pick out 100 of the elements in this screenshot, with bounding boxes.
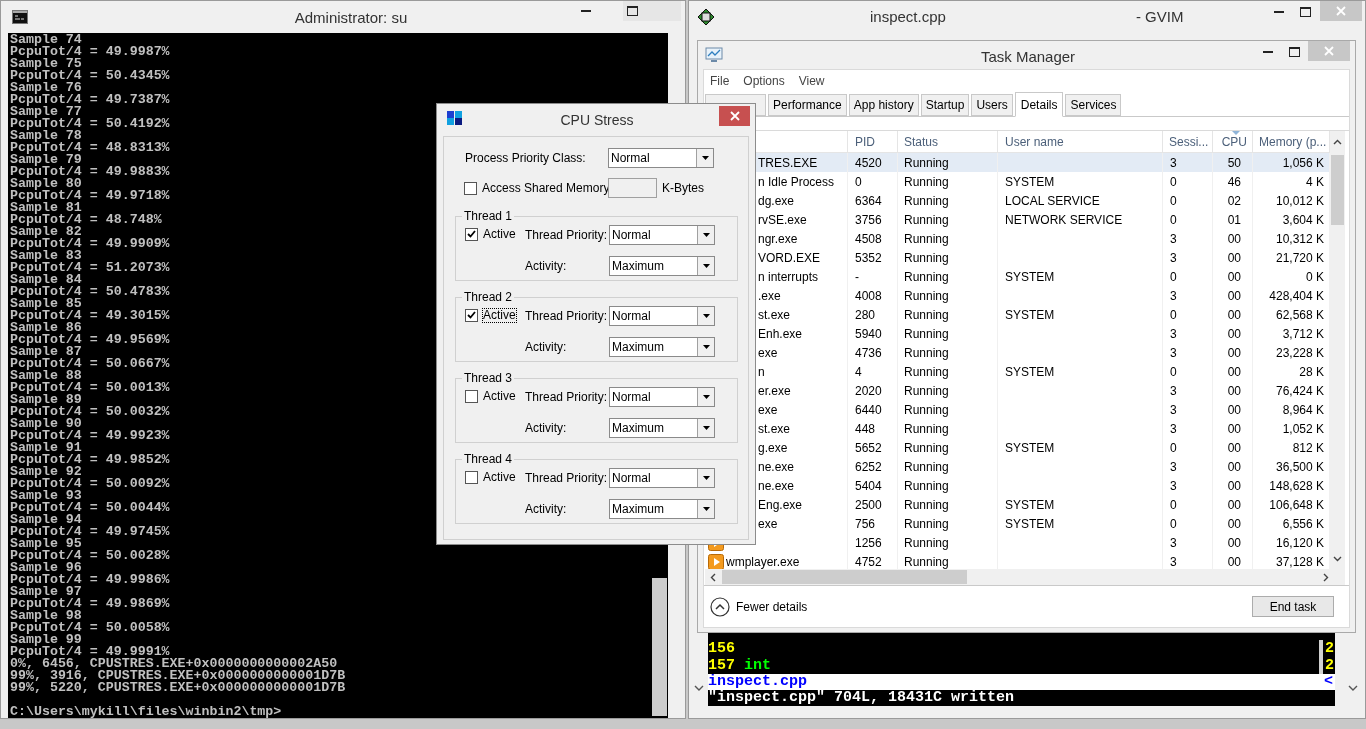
table-cell-text: 00 [1227,534,1241,552]
console-line: Sample 86 [9,322,82,334]
scrollbar-thumb[interactable] [722,570,967,584]
scrollbar-thumb[interactable] [652,578,667,716]
table-cell-text: 10,012 K [1275,192,1324,210]
menu-item[interactable]: File [709,72,731,90]
tab[interactable]: Users [971,94,1013,116]
table-cell-text: 148,628 K [1269,477,1324,495]
chevron-down-icon[interactable] [1348,685,1358,691]
table-cell-text: Running [904,306,949,324]
table-cell-text: 2020 [855,382,882,400]
table-cell-text: 00 [1227,363,1241,381]
table-cell-text: 0 [1170,439,1177,457]
tab[interactable]: App history [848,94,919,116]
table-cell-text: exe [758,401,778,419]
line-number: 2 [1325,657,1335,674]
input-field[interactable] [608,178,657,198]
dropdown[interactable]: Maximum [609,499,715,519]
dropdown[interactable]: Normal [609,225,715,245]
chevron-up-icon[interactable] [1333,139,1342,145]
table-row[interactable]: 1256 Running 3 00 16,120 K [705,533,1330,552]
menu-item[interactable]: View [797,72,826,90]
console-line: PcpuTot/4 = 50.0667% [9,358,170,370]
checkbox[interactable] [464,181,477,195]
table-cell-text: Running [904,344,949,362]
dropdown[interactable]: Maximum [609,418,715,438]
console-line: Sample 78 [9,130,82,142]
table-cell-text: 23,228 K [1275,344,1324,362]
table-cell-text: Running [904,230,949,248]
chevron-down-icon[interactable] [1333,556,1342,562]
console-line: PcpuTot/4 = 49.9923% [9,430,170,442]
table-cell-text: 0 [1170,515,1177,533]
chevron-up-circle-icon[interactable] [710,596,730,617]
vertical-scrollbar[interactable] [1330,131,1345,569]
chevron-left-icon[interactable] [710,572,716,582]
tab[interactable]: Performance [768,94,847,116]
maximize-icon[interactable] [1299,7,1311,17]
maximize-icon[interactable] [1288,47,1300,57]
table-cell-text: 3,712 K [1282,325,1324,343]
table-cell-text: Running [904,458,949,476]
table-cell-text: 5404 [855,477,882,495]
window-title: Administrator: su [294,8,408,28]
table-cell-text: 3756 [855,211,882,229]
table-cell-text: 3 [1170,420,1177,438]
tab[interactable]: Services [1065,94,1122,116]
console-line: Sample 80 [9,178,82,190]
scrollbar-thumb[interactable] [1331,155,1344,225]
console-line: Sample 95 [9,538,82,550]
console-line: Sample 74 [9,34,82,46]
close-button[interactable] [719,106,750,126]
table-cell-text: 6252 [855,458,882,476]
table-cell-text: 0 [1170,192,1177,210]
dropdown[interactable]: Normal [609,387,715,407]
console-line: PcpuTot/4 = 50.0032% [9,406,170,418]
checkbox[interactable] [465,308,478,322]
table-cell-text: 1256 [855,534,882,552]
field-label: Thread Priority: [525,308,609,325]
table-cell-text: SYSTEM [1005,515,1055,533]
close-icon [1336,6,1346,16]
tab[interactable]: Details [1014,92,1064,117]
dropdown[interactable]: Normal [609,468,715,488]
table-cell-text: 3 [1170,344,1177,362]
checkbox[interactable] [465,389,478,403]
table-row[interactable]: wmplayer.exe 4752 Running 3 00 37,128 K [705,552,1330,569]
tab[interactable]: Startup [920,94,970,116]
details-toggle-link[interactable]: Fewer details [736,597,808,616]
dropdown[interactable]: Maximum [609,256,715,276]
chevron-down-icon[interactable] [694,685,704,691]
dropdown[interactable]: Normal [608,148,714,168]
end-task-button[interactable]: End task [1252,596,1334,617]
chevron-right-icon[interactable] [1323,573,1329,582]
dropdown[interactable]: Normal [609,306,715,326]
console-line: 0%, 6456, CPUSTRES.EXE+0x0000000000002A50 [9,658,338,670]
table-cell-text: rvSE.exe [758,211,807,229]
table-cell-text: Running [904,515,949,533]
table-cell-text: 00 [1227,553,1241,569]
console-line: PcpuTot/4 = 51.2073% [9,262,170,274]
table-cell-text: 0 [1170,211,1177,229]
dropdown[interactable]: Maximum [609,337,715,357]
table-cell-text: 0 K [1306,268,1324,286]
table-cell-text: 00 [1227,401,1241,419]
table-cell-text: 4520 [855,154,882,172]
console-line: Sample 84 [9,274,82,286]
console-prompt[interactable]: C:\Users\mykill\files\winbin2\tmp> [8,706,282,718]
console-line: Sample 82 [9,226,82,238]
menu-item[interactable]: Options [742,72,786,90]
console-line: Sample 83 [9,250,82,262]
console-line: PcpuTot/4 = 49.9569% [9,334,170,346]
console-line: PcpuTot/4 = 50.0044% [9,502,170,514]
checkbox[interactable] [465,470,478,484]
checkbox[interactable] [465,227,478,241]
table-cell-text: 280 [855,306,876,324]
horizontal-scrollbar[interactable] [705,569,1345,585]
table-cell-text: Running [904,268,949,286]
table-cell-text: LOCAL SERVICE [1005,192,1100,210]
maximize-icon[interactable] [627,6,638,16]
console-line: PcpuTot/4 = 49.9852% [9,454,170,466]
maximize-button[interactable] [623,1,681,21]
table-cell-text: Running [904,325,949,343]
console-line: Sample 91 [9,442,82,454]
